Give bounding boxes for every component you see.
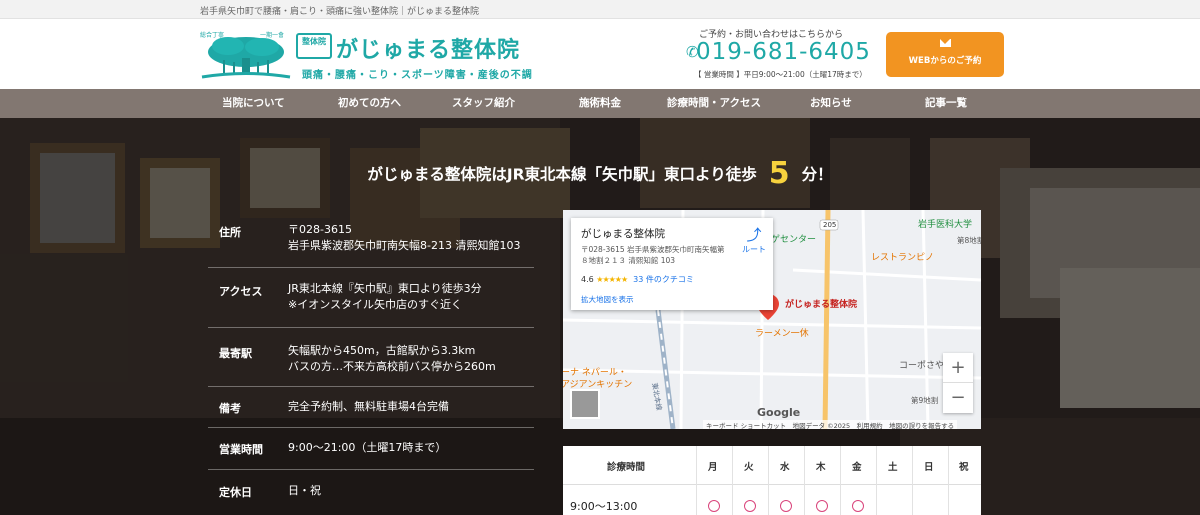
info-row-closed: 定休日 日・祝 [208,470,534,510]
logo-motto-right: 一期一會 [260,32,285,39]
map-marker-label: がじゅまる整体院 [785,300,858,310]
info-key: アクセス [219,285,263,298]
site-logo[interactable]: 総合丁寧 一期一會 整体院 がじゅまる整体院 頭痛・腰痛・こり・スポーツ障害・産… [198,30,544,82]
poi-asian: アジアンキッチン [563,380,633,390]
info-value: 日・祝 [288,484,321,497]
info-row-address: 住所 〒028-3615 岩手県紫波郡矢巾町南矢幅8-213 清熙知館103 [208,210,534,268]
schedule-table: 診療時間 月 火 水 木 金 土 日 祝 9:00～13:00 [563,446,981,515]
logo-name: がじゅまる整体院 [336,38,521,63]
nav-item-staff[interactable]: スタッフ紹介 [452,89,515,118]
nav-item-hours-access[interactable]: 診療時間・アクセス [667,89,761,118]
info-row-access: アクセス JR東北本線『矢巾駅』東口より徒歩3分 ※イオンスタイル矢巾店のすぐ近く [208,268,534,328]
map-zoom-controls: + − [943,353,973,413]
info-value: 〒028-3615 岩手県紫波郡矢巾町南矢幅8-213 清熙知館103 [288,223,521,252]
google-logo: Google [757,406,801,419]
reviews-link[interactable]: 33 件のクチコミ [633,275,694,284]
schedule-col-tue: 火 [744,462,754,473]
open-circle-icon [816,500,828,512]
site-header: 総合丁寧 一期一會 整体院 がじゅまる整体院 頭痛・腰痛・こり・スポーツ障害・産… [0,19,1200,89]
access-section: がじゅまる整体院はJR東北本線「矢巾駅」東口より徒歩 5 分！ 住所 〒028-36… [0,118,1200,515]
schedule-col-sun: 日 [924,462,934,473]
poi-center: ゲセンター [771,235,817,245]
headline-suffix: 分！ [801,165,833,184]
logo-motto-left: 総合丁寧 [200,32,225,39]
logo-badge: 整体院 [296,33,332,59]
walk-minutes: 5 [768,156,790,191]
schedule-col-hours: 診療時間 [607,462,646,473]
site-description: 岩手県矢巾町で腰痛・肩こり・頭痛に強い整体院｜がじゅまる整体院 [200,7,480,17]
schedule-col-sat: 土 [888,462,898,473]
route-label: ルート [742,245,766,254]
place-name: がじゅまる整体院 [581,228,665,240]
route-button[interactable]: ⤴ ルート [739,226,769,255]
info-key: 住所 [219,226,241,239]
place-address: 〒028-3615 岩手県紫波郡矢巾町南矢幅第８地割２１３ 清熙知館 103 [581,245,725,265]
business-hours: 【 営業時間 】平日9:00～21:00（土曜17時まで） [694,70,867,79]
map-attribution[interactable]: キーボード ショートカット 地図データ ©2025 利用規約 地図の誤りを報告す… [703,420,958,429]
enlarge-map-link[interactable]: 拡大地図を表示 [581,294,634,305]
contact-block: ご予約・お問い合わせはこちらから ✆ 019-681-6405 【 営業時間 】… [686,27,872,83]
schedule-header: 診療時間 月 火 水 木 金 土 日 祝 [563,446,981,485]
info-row-notes: 備考 完全予約制、無料駐車場4台完備 [208,387,534,428]
info-value: JR東北本線『矢巾駅』東口より徒歩3分 ※イオンスタイル矢巾店のすぐ近く [288,282,482,311]
nav-item-first-visit[interactable]: 初めての方へ [338,89,401,118]
zoom-out-button[interactable]: − [943,383,973,413]
place-rating: 4.6 ★★★★★ 33 件のクチコミ [581,275,694,284]
info-key: 定休日 [219,486,252,499]
area-label-8: 第8地割 [957,236,981,245]
open-circle-icon [852,500,864,512]
google-map[interactable]: がじゅまる整体院 ラーメン一休 レストランピノ 岩手医科大学 ゲセンター ーナ … [563,210,981,429]
main-nav: 当院について 初めての方へ スタッフ紹介 施術料金 診療時間・アクセス お知らせ… [0,89,1200,118]
schedule-col-holiday: 祝 [959,462,969,473]
rating-stars-icon: ★★★★★ [596,275,628,284]
poi-university: 岩手医科大学 [918,220,973,230]
clinic-info-table: 住所 〒028-3615 岩手県紫波郡矢巾町南矢幅8-213 清熙知館103 アク… [208,210,534,510]
directions-icon: ⤴ [746,226,762,244]
road-number: 205 [823,221,837,229]
area-label-9: 第9地割 [911,396,939,405]
poi-restaurant: レストランピノ [871,253,935,263]
open-circle-icon [780,500,792,512]
access-headline: がじゅまる整体院はJR東北本線「矢巾駅」東口より徒歩 5 分！ [0,156,1200,191]
nav-item-articles[interactable]: 記事一覧 [925,89,967,118]
map-place-card: がじゅまる整体院 〒028-3615 岩手県紫波郡矢巾町南矢幅第８地割２１３ 清… [571,218,773,310]
nav-item-pricing[interactable]: 施術料金 [579,89,621,118]
nav-item-about[interactable]: 当院について [222,89,285,118]
schedule-col-mon: 月 [708,462,718,473]
phone-number[interactable]: 019-681-6405 [696,39,871,65]
info-row-hours: 営業時間 9:00～21:00（土曜17時まで） [208,428,534,470]
web-booking-button[interactable]: WEBからのご予約 [886,32,1004,77]
web-booking-label: WEBからのご予約 [908,56,982,66]
poi-ramen: ラーメン一休 [755,329,809,339]
envelope-icon [939,39,951,47]
info-value: 矢幅駅から450m，古館駅から3.3km バスの方…不来方高校前バス停から260m [288,344,496,373]
banyan-tree-logo-icon: 総合丁寧 一期一會 [198,30,294,82]
schedule-row-label: 9:00～13:00 [570,500,638,513]
schedule-col-thu: 木 [816,462,826,473]
info-value: 9:00～21:00（土曜17時まで） [288,441,447,454]
open-circle-icon [744,500,756,512]
zoom-in-button[interactable]: + [943,353,973,383]
schedule-col-wed: 水 [780,462,790,473]
open-circle-icon [708,500,720,512]
info-value: 完全予約制、無料駐車場4台完備 [288,400,449,413]
nav-item-news[interactable]: お知らせ [810,89,852,118]
info-key: 最寄駅 [219,347,252,360]
schedule-col-fri: 金 [852,462,862,473]
poi-corpo: コーポさや [899,361,945,371]
headline-text: がじゅまる整体院はJR東北本線「矢巾駅」東口より徒歩 [367,165,757,184]
info-key: 営業時間 [219,443,263,456]
logo-tagline: 頭痛・腰痛・こり・スポーツ障害・産後の不調 [302,70,533,81]
info-key: 備考 [219,402,241,415]
top-bar: 岩手県矢巾町で腰痛・肩こり・頭痛に強い整体院｜がじゅまる整体院 [0,0,1200,19]
info-row-nearest-station: 最寄駅 矢幅駅から450m，古館駅から3.3km バスの方…不来方高校前バス停から… [208,328,534,387]
